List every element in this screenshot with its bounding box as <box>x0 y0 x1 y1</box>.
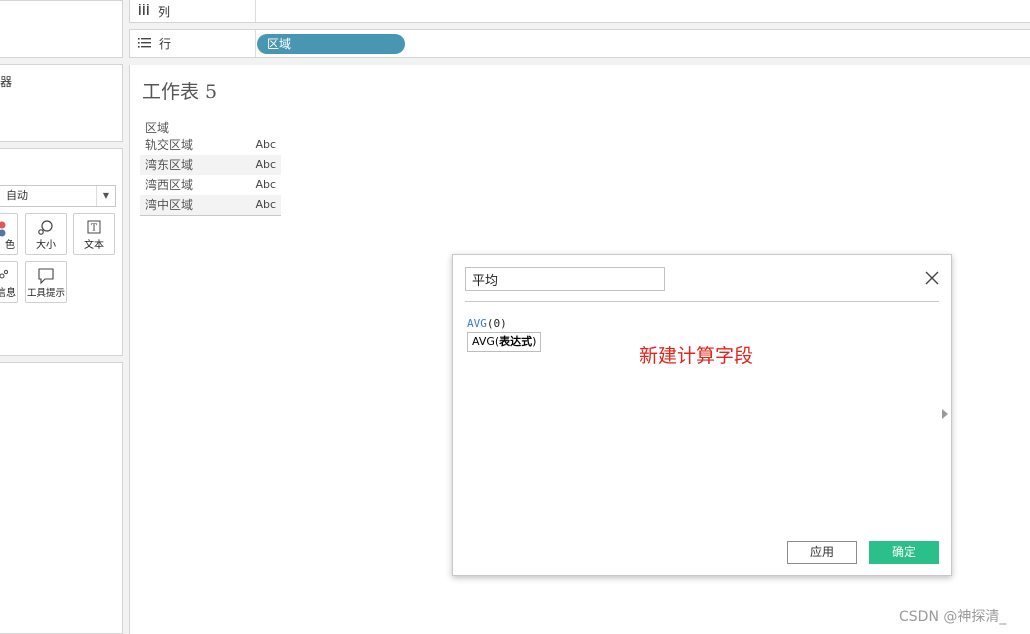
autocomplete-param: 表达式 <box>499 335 533 348</box>
text-icon: T <box>74 218 114 240</box>
field-name-input[interactable] <box>465 267 665 291</box>
tooltip-icon <box>26 266 66 288</box>
row-name: 湾东区域 <box>145 158 194 172</box>
columns-label: 列 <box>158 4 171 19</box>
ok-button[interactable]: 确定 <box>869 541 939 564</box>
mark-type-select[interactable]: 自动 ▼ <box>0 185 116 207</box>
apply-button[interactable]: 应用 <box>787 541 857 564</box>
rows-shelf[interactable]: 行 区域 <box>129 29 1030 58</box>
expand-panel-icon[interactable] <box>942 409 948 419</box>
mark-color-label: 色 <box>5 240 15 251</box>
region-pill[interactable]: 区域 <box>257 34 405 54</box>
mark-tooltip-label: 工具提示 <box>26 288 65 299</box>
mark-text-label: 文本 <box>84 240 104 251</box>
color-icon <box>0 218 17 240</box>
left-panel-bottom <box>0 362 123 634</box>
formula-editor[interactable]: AVG(0) <box>467 317 507 330</box>
svg-text:T: T <box>91 224 97 234</box>
table-row[interactable]: 湾西区域 Abc <box>140 175 281 195</box>
row-value: Abc <box>255 158 276 171</box>
row-name: 轨交区域 <box>145 138 194 152</box>
left-panel-top <box>0 0 123 58</box>
sheet-title: 工作表 5 <box>142 81 218 103</box>
detail-icon <box>0 266 17 288</box>
table-header[interactable]: 区域 <box>140 119 281 136</box>
close-icon[interactable] <box>921 267 943 289</box>
mark-color-button[interactable]: 色 <box>0 213 18 255</box>
dialog-separator <box>465 301 939 302</box>
shelf-divider <box>255 30 256 57</box>
row-name: 湾西区域 <box>145 178 194 192</box>
mark-detail-button[interactable]: 信息 <box>0 261 18 303</box>
mark-tooltip-button[interactable]: 工具提示 <box>25 261 67 303</box>
table-row[interactable]: 轨交区域 Abc <box>140 135 281 155</box>
row-value: Abc <box>255 178 276 191</box>
autocomplete-suffix: ) <box>532 335 537 348</box>
table-bottom-border <box>140 215 281 216</box>
chevron-down-icon[interactable]: ▼ <box>96 186 115 206</box>
row-value: Abc <box>255 198 276 211</box>
mark-detail-label: 信息 <box>0 288 16 299</box>
mark-type-value: 自动 <box>6 189 28 202</box>
size-icon <box>26 218 66 240</box>
formula-function-token: AVG <box>467 317 487 330</box>
mark-text-button[interactable]: T 文本 <box>73 213 115 255</box>
table-row[interactable]: 湾中区域 Abc <box>140 195 281 215</box>
filters-label: 器 <box>0 75 13 89</box>
shelf-divider <box>255 0 256 22</box>
rows-label: 行 <box>159 37 172 51</box>
rows-icon <box>138 37 151 51</box>
columns-shelf[interactable]: 列 <box>129 0 1030 23</box>
filters-card: 器 <box>0 64 123 142</box>
autocomplete-suggestion[interactable]: AVG(表达式) <box>467 332 542 352</box>
mark-size-button[interactable]: 大小 <box>25 213 67 255</box>
calculated-field-dialog: AVG(0) AVG(表达式) 新建计算字段 应用 确定 <box>452 254 952 576</box>
marks-card: 自动 ▼ 色 大小 T 文本 信息 工具提示 <box>0 148 123 356</box>
annotation-text: 新建计算字段 <box>639 345 754 367</box>
mark-size-label: 大小 <box>36 240 56 251</box>
row-value: Abc <box>255 138 276 151</box>
autocomplete-prefix: AVG( <box>472 335 500 348</box>
watermark: CSDN @神探清_ <box>899 609 1007 625</box>
row-name: 湾中区域 <box>145 198 194 212</box>
formula-args: (0) <box>486 317 507 330</box>
columns-icon <box>138 3 150 19</box>
table-row[interactable]: 湾东区域 Abc <box>140 155 281 175</box>
